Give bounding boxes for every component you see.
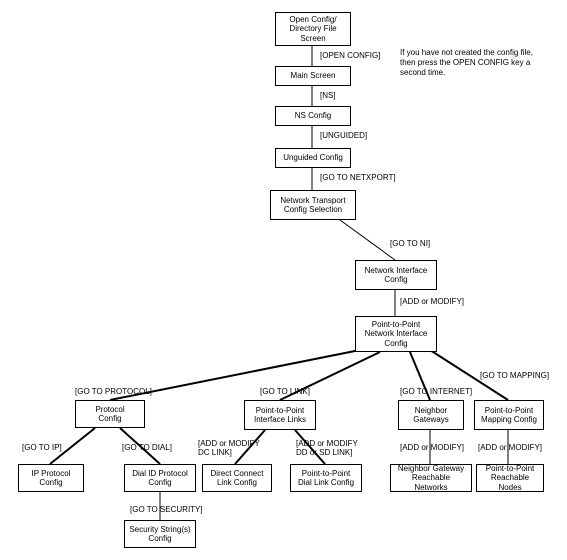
lbl-go-link: [GO TO LINK] [260,388,310,397]
box-protocol-config: Protocol Config [75,400,145,428]
lbl-go-ni: [GO TO NI] [390,240,430,249]
flowchart: If you have not created the config file,… [0,0,567,560]
lbl-add-modify2: [ADD or MODIFY] [400,444,464,453]
lbl-add-mod-dd: [ADD or MODIFY DD or SD LINK] [296,440,358,458]
box-ptp-reachable: Point-to-Point Reachable Nodes [476,464,544,492]
lbl-add-modify3: [ADD or MODIFY] [478,444,542,453]
lbl-go-netxport: [GO TO NETXPORT] [320,174,396,183]
box-net-transport: Network Transport Config Selection [270,190,356,220]
lbl-go-ip: [GO TO IP] [22,444,62,453]
box-unguided-config: Unguided Config [275,148,351,168]
box-neighbor-gateways: Neighbor Gateways [398,400,464,430]
note-text: If you have not created the config file,… [400,48,550,78]
lbl-go-internet: [GO TO INTERNET] [400,388,472,397]
lbl-open-config: [OPEN CONFIG] [320,52,380,61]
box-direct-connect: Direct Connect Link Config [202,464,272,492]
lbl-go-protocol: [GO TO PROTOCOL] [75,388,152,397]
lbl-unguided: [UNGUIDED] [320,132,367,141]
box-open-config-dir: Open Config/ Directory File Screen [275,12,351,46]
lbl-go-mapping: [GO TO MAPPING] [480,372,549,381]
lbl-ns: [NS] [320,92,336,101]
box-ns-config: NS Config [275,106,351,126]
lbl-add-modify: [ADD or MODIFY] [400,298,464,307]
lbl-go-security: [GO TO SECURITY] [130,506,203,515]
box-ptp-interface-links: Point-to-Point Interface Links [244,400,316,430]
box-security-strings: Security String(s) Config [124,520,196,548]
box-dial-id-protocol: Dial ID Protocol Config [124,464,196,492]
box-ptp-mapping-config: Point-to-Point Mapping Config [474,400,544,430]
lbl-go-dial: [GO TO DIAL] [122,444,172,453]
box-net-interface: Network Interface Config [355,260,437,290]
box-ptp-dial-link: Point-to-Point Dial Link Config [290,464,362,492]
lbl-add-mod-dc: [ADD or MODIFY DC LINK] [198,440,260,458]
box-neighbor-gw-reach: Neighbor Gateway Reachable Networks [390,464,472,492]
box-ptp-net-interface: Point-to-Point Network Interface Config [355,316,437,352]
box-main-screen: Main Screen [275,66,351,86]
box-ip-protocol: IP Protocol Config [18,464,84,492]
